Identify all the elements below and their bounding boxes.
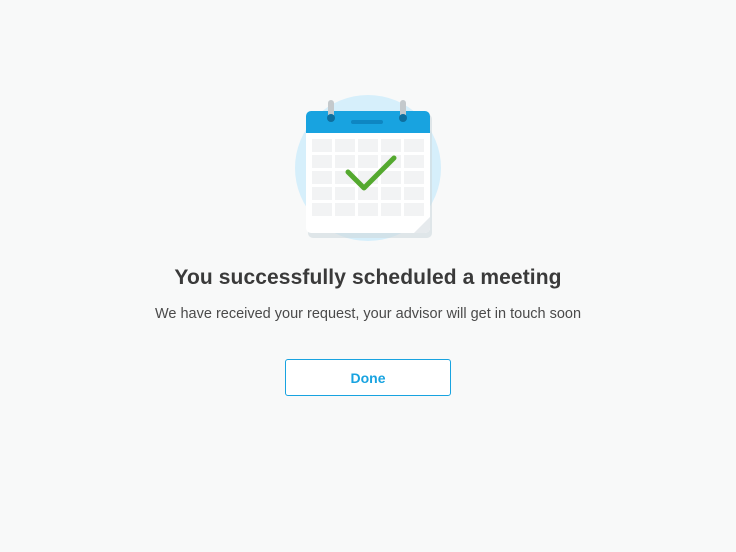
calendar-ring-base-left: [327, 114, 335, 122]
calendar-day-cell: [335, 187, 355, 200]
calendar-day-cell: [335, 139, 355, 152]
calendar-day-cell: [381, 187, 401, 200]
calendar-day-cell: [358, 187, 378, 200]
calendar-day-cell: [358, 155, 378, 168]
calendar-day-cell: [404, 171, 424, 184]
success-screen: You successfully scheduled a meeting We …: [0, 0, 736, 552]
calendar-day-cell: [404, 187, 424, 200]
calendar-day-cell: [381, 203, 401, 216]
calendar-header-bar: [351, 120, 383, 124]
calendar-day-cell: [312, 155, 332, 168]
calendar-day-cell: [312, 139, 332, 152]
calendar-day-cell: [335, 155, 355, 168]
calendar-day-cell: [358, 203, 378, 216]
calendar-day-cell: [404, 203, 424, 216]
done-button[interactable]: Done: [285, 359, 451, 396]
calendar-day-cell: [312, 171, 332, 184]
calendar-day-cell: [335, 203, 355, 216]
calendar-grid: [312, 139, 424, 216]
calendar-day-cell: [358, 139, 378, 152]
calendar-day-cell: [312, 203, 332, 216]
confirmation-message: We have received your request, your advi…: [154, 306, 582, 322]
calendar-day-cell: [404, 139, 424, 152]
calendar-day-cell: [312, 187, 332, 200]
calendar-ring-base-right: [399, 114, 407, 122]
calendar-day-cell: [381, 171, 401, 184]
calendar-day-cell: [404, 155, 424, 168]
calendar-check-illustration: [295, 95, 441, 241]
calendar-icon: [306, 100, 430, 233]
confirmation-title: You successfully scheduled a meeting: [174, 266, 562, 289]
calendar-day-cell: [381, 139, 401, 152]
